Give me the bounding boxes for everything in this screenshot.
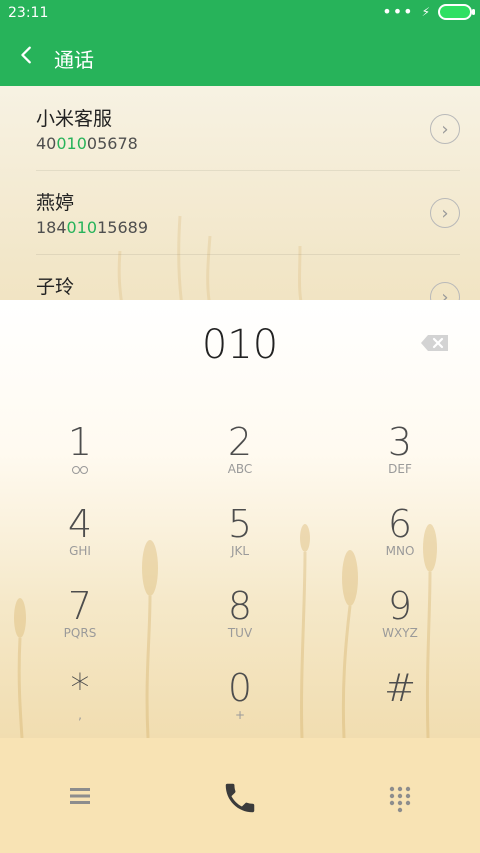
charging-icon: ⚡	[421, 5, 430, 19]
key-1[interactable]: 1	[0, 420, 160, 502]
contact-name: 燕婷	[36, 192, 75, 214]
contact-number: 18401015689	[36, 218, 148, 237]
dialer: 010 1 2 ABC 3 DEF 4 GHI 5 JKL 6 MNO 7 PQ…	[0, 300, 480, 738]
menu-icon[interactable]	[60, 782, 100, 810]
chevron-left-icon[interactable]	[16, 44, 38, 66]
key-3[interactable]: 3 DEF	[320, 420, 480, 502]
key-6[interactable]: 6 MNO	[320, 502, 480, 584]
key-5[interactable]: 5 JKL	[160, 502, 320, 584]
key-star[interactable]: * ,	[0, 666, 160, 738]
app-bar: 通话	[0, 28, 480, 86]
signal-dots-icon: •••	[382, 2, 414, 21]
bottom-bar	[0, 738, 480, 853]
chevron-right-icon[interactable]: ›	[430, 198, 460, 228]
page-title: 通话	[54, 48, 94, 72]
keypad: 1 2 ABC 3 DEF 4 GHI 5 JKL 6 MNO 7 PQRS 8	[0, 420, 480, 738]
chevron-right-icon[interactable]: ›	[430, 114, 460, 144]
result-item[interactable]: 燕婷 18401015689 ›	[36, 170, 460, 255]
result-item[interactable]: 子玲 ›	[36, 254, 460, 300]
key-8[interactable]: 8 TUV	[160, 584, 320, 666]
status-bar: 23:11 ••• ⚡	[0, 0, 480, 28]
result-item[interactable]: 小米客服 4001005678 ›	[36, 86, 460, 171]
contact-name: 子玲	[36, 276, 75, 298]
key-7[interactable]: 7 PQRS	[0, 584, 160, 666]
status-time: 23:11	[8, 5, 49, 21]
chevron-right-icon[interactable]: ›	[430, 282, 460, 300]
battery-icon	[438, 4, 475, 20]
key-9[interactable]: 9 WXYZ	[320, 584, 480, 666]
key-2[interactable]: 2 ABC	[160, 420, 320, 502]
key-0[interactable]: 0 +	[160, 666, 320, 738]
voicemail-icon	[72, 466, 88, 474]
dialed-number: 010	[201, 322, 279, 368]
backspace-icon[interactable]	[420, 334, 450, 352]
status-icons: ••• ⚡	[382, 2, 475, 21]
phone-icon[interactable]	[221, 779, 259, 817]
contact-name: 小米客服	[36, 108, 113, 130]
key-4[interactable]: 4 GHI	[0, 502, 160, 584]
contact-number: 4001005678	[36, 134, 138, 153]
keypad-icon[interactable]	[384, 782, 416, 814]
search-results: 小米客服 4001005678 › 燕婷 18401015689 › 子玲 ›	[0, 86, 480, 300]
key-hash[interactable]: #	[320, 666, 480, 738]
